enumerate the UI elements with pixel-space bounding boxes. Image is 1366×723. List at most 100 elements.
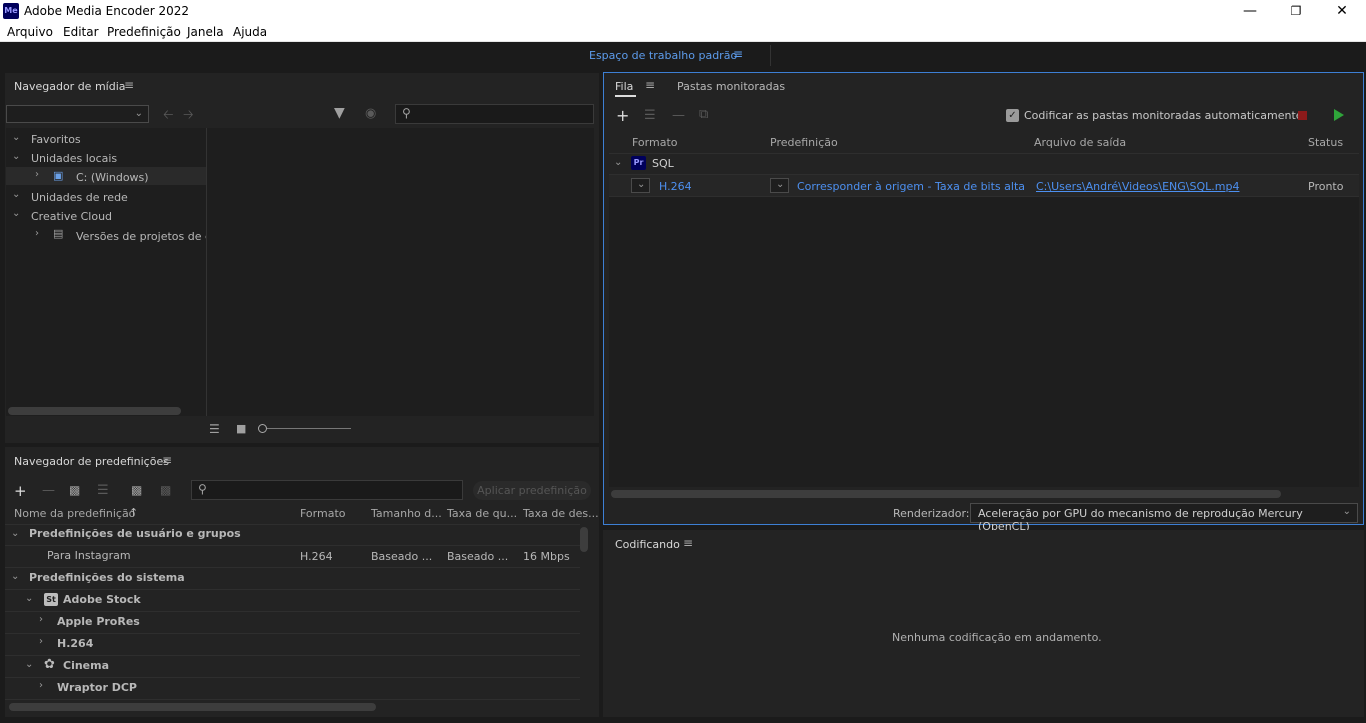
chevron-down-icon[interactable]: ⌄ — [11, 528, 19, 539]
col-quality[interactable]: Taxa de qu... — [447, 507, 517, 520]
col-status[interactable]: Status — [1308, 136, 1343, 149]
queue-horizontal-scrollbar[interactable] — [611, 490, 1281, 498]
chevron-down-icon[interactable]: ⌄ — [12, 208, 20, 219]
encoding-menu-icon[interactable]: ≡ — [683, 536, 693, 550]
filter-icon[interactable]: ▼ — [334, 105, 345, 121]
tree-item-unidades-locais[interactable]: Unidades locais — [31, 152, 117, 165]
queue-output-row[interactable]: ⌄ H.264 ⌄ Corresponder à origem - Taxa d… — [609, 175, 1359, 196]
restore-icon[interactable]: ❐ — [1273, 0, 1319, 22]
close-icon[interactable]: ✕ — [1319, 0, 1365, 22]
col-frame-size[interactable]: Tamanho d... — [371, 507, 442, 520]
renderer-dropdown[interactable]: Aceleração por GPU do mecanismo de repro… — [970, 503, 1358, 533]
media-search-input[interactable]: ⚲ — [395, 104, 594, 124]
chevron-down-icon[interactable]: ⌄ — [25, 593, 33, 604]
queue-item-name[interactable]: SQL — [652, 157, 674, 170]
media-browser-menu-icon[interactable]: ≡ — [124, 78, 134, 92]
view-icon[interactable]: ◉ — [365, 106, 376, 121]
tab-queue[interactable]: Fila — [615, 80, 633, 93]
group-user-presets[interactable]: Predefinições de usuário e grupos — [29, 527, 241, 540]
apply-preset-button[interactable]: Aplicar predefinição — [473, 481, 591, 500]
group-cinema[interactable]: Cinema — [63, 659, 109, 672]
preset-settings-icon[interactable]: ☰ — [97, 483, 109, 498]
back-arrow-icon[interactable]: 🡠 — [163, 106, 174, 128]
format-dropdown[interactable]: ⌄ — [631, 178, 650, 193]
queue-panel: Fila ≡ Pastas monitoradas + ☰ — ⧉ ✓ Codi… — [603, 72, 1364, 533]
header-divider — [609, 153, 1359, 154]
preset-dropdown[interactable]: ⌄ — [770, 178, 789, 193]
menu-janela[interactable]: Janela — [187, 25, 224, 39]
col-output-file[interactable]: Arquivo de saída — [1034, 136, 1126, 149]
col-format[interactable]: Formato — [632, 136, 678, 149]
chevron-right-icon[interactable]: › — [39, 680, 43, 691]
row-divider — [5, 545, 580, 546]
zoom-slider-handle[interactable] — [258, 424, 267, 433]
minimize-icon[interactable]: — — [1227, 0, 1273, 22]
add-preset-icon[interactable]: + — [14, 482, 27, 500]
export-preset-icon[interactable]: ▩ — [160, 483, 171, 497]
group-system-presets[interactable]: Predefinições do sistema — [29, 571, 185, 584]
preset-horizontal-scrollbar[interactable] — [9, 703, 376, 711]
chevron-down-icon[interactable]: ⌄ — [25, 659, 33, 670]
output-format-link[interactable]: H.264 — [659, 180, 692, 193]
location-dropdown[interactable]: ⌄ — [6, 105, 149, 123]
preset-vertical-scrollbar[interactable] — [580, 527, 588, 552]
preset-row-size: Baseado ... — [371, 550, 433, 563]
stop-queue-icon[interactable] — [1298, 111, 1307, 120]
menu-editar[interactable]: Editar — [63, 25, 99, 39]
chevron-right-icon[interactable]: › — [39, 636, 43, 647]
auto-encode-checkbox[interactable]: ✓ — [1006, 109, 1019, 122]
workspace-menu-icon[interactable]: ≡ — [733, 47, 743, 61]
row-divider — [5, 655, 580, 656]
remove-preset-icon[interactable]: — — [42, 483, 55, 498]
chevron-down-icon[interactable]: ⌄ — [11, 571, 19, 582]
chevron-down-icon[interactable]: ⌄ — [614, 157, 622, 168]
chevron-right-icon[interactable]: › — [35, 169, 39, 180]
tree-item-c-windows[interactable]: C: (Windows) — [76, 171, 149, 184]
chevron-down-icon[interactable]: ⌄ — [12, 132, 20, 143]
col-format[interactable]: Formato — [300, 507, 346, 520]
import-preset-icon[interactable]: ▩ — [131, 483, 142, 497]
tree-item-creative-cloud[interactable]: Creative Cloud — [31, 210, 112, 223]
preset-browser-menu-icon[interactable]: ≡ — [162, 453, 172, 467]
output-file-link[interactable]: C:\Users\André\Videos\ENG\SQL.mp4 — [1036, 180, 1239, 193]
chevron-down-icon[interactable]: ⌄ — [12, 151, 20, 162]
search-icon: ⚲ — [402, 106, 411, 120]
queue-menu-icon[interactable]: ≡ — [645, 78, 655, 92]
menu-predefinicao[interactable]: Predefinição — [107, 25, 181, 39]
chevron-right-icon[interactable]: › — [35, 228, 39, 239]
tree-item-favoritos[interactable]: Favoritos — [31, 133, 81, 146]
tab-watch-folders[interactable]: Pastas monitoradas — [677, 80, 785, 93]
menu-arquivo[interactable]: Arquivo — [7, 25, 53, 39]
output-preset-link[interactable]: Corresponder à origem - Taxa de bits alt… — [797, 180, 1025, 193]
tree-row-selected[interactable]: › ▣ C: (Windows) — [6, 167, 206, 185]
col-bitrate[interactable]: Taxa de des... — [523, 507, 599, 520]
group-wraptor-dcp[interactable]: Wraptor DCP — [57, 681, 137, 694]
add-source-icon[interactable]: + — [616, 106, 629, 125]
row-divider — [5, 589, 580, 590]
preset-row-name[interactable]: Para Instagram — [47, 549, 131, 562]
start-queue-icon[interactable] — [1334, 109, 1344, 121]
chevron-right-icon[interactable]: › — [39, 614, 43, 625]
new-group-icon[interactable]: ▩ — [69, 483, 80, 497]
chevron-down-icon[interactable]: ⌄ — [12, 189, 20, 200]
workspace-label[interactable]: Espaço de trabalho padrão — [589, 49, 737, 62]
group-h264[interactable]: H.264 — [57, 637, 93, 650]
zoom-slider-track[interactable] — [267, 428, 351, 429]
tree-item-unidades-rede[interactable]: Unidades de rede — [31, 191, 128, 204]
thumbnail-view-icon[interactable]: ■ — [236, 422, 246, 435]
row-divider — [5, 611, 580, 612]
sort-ascending-icon[interactable]: ↑ — [129, 506, 138, 519]
tree-item-versoes-projetos[interactable]: Versões de projetos de eq — [76, 230, 206, 243]
col-preset[interactable]: Predefinição — [770, 136, 838, 149]
remove-source-icon[interactable]: — — [672, 108, 685, 123]
preset-search-input[interactable]: ⚲ — [191, 480, 463, 500]
duplicate-icon[interactable]: ⧉ — [699, 107, 708, 122]
menu-ajuda[interactable]: Ajuda — [233, 25, 267, 39]
group-apple-prores[interactable]: Apple ProRes — [57, 615, 140, 628]
list-view-icon[interactable]: ☰ — [209, 422, 220, 436]
queue-settings-icon[interactable]: ☰ — [644, 108, 656, 123]
tree-scrollbar[interactable] — [8, 407, 181, 415]
group-adobe-stock[interactable]: Adobe Stock — [63, 593, 141, 606]
col-preset-name[interactable]: Nome da predefinição — [14, 507, 135, 520]
forward-arrow-icon[interactable]: 🡢 — [183, 106, 194, 128]
